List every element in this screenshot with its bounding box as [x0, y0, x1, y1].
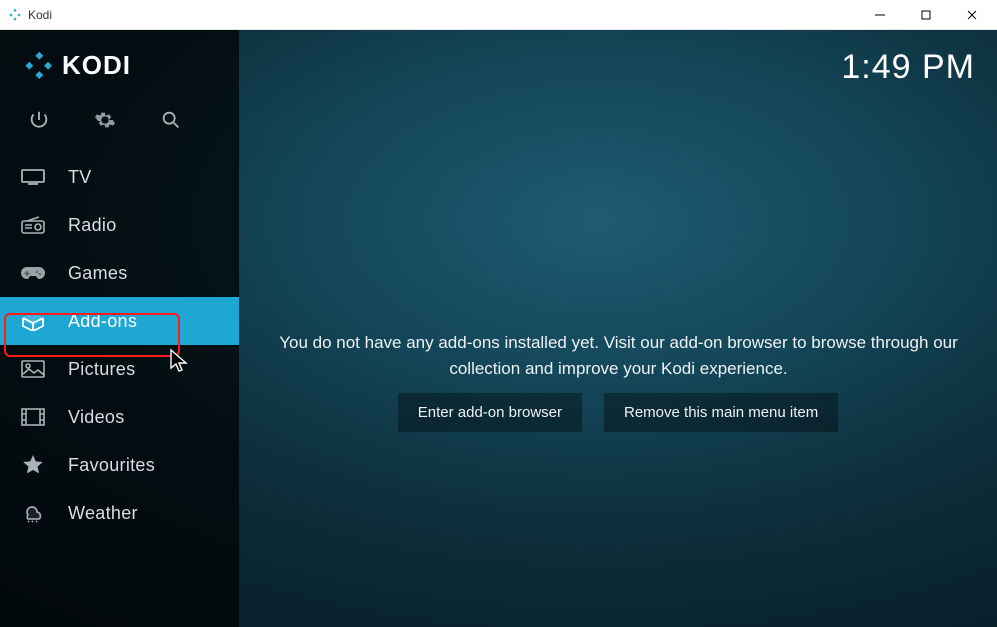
sidebar-item-label: Pictures — [68, 359, 135, 380]
close-button[interactable] — [949, 0, 995, 30]
weather-icon — [20, 503, 46, 523]
search-icon[interactable] — [160, 109, 182, 131]
sidebar-toolbar — [0, 91, 239, 153]
sidebar-item-label: Add-ons — [68, 311, 137, 332]
app-icon — [8, 8, 22, 22]
sidebar-item-addons[interactable]: Add-ons — [0, 297, 239, 345]
titlebar-left: Kodi — [8, 8, 52, 22]
star-icon — [20, 455, 46, 475]
sidebar: KODI TV Radio Games Add-ons Pictures Videos Fa… — [0, 30, 239, 627]
radio-icon — [20, 215, 46, 235]
power-icon[interactable] — [28, 109, 50, 131]
gamepad-icon — [20, 263, 46, 283]
sidebar-item-radio[interactable]: Radio — [0, 201, 239, 249]
window-controls — [857, 0, 995, 30]
image-icon — [20, 359, 46, 379]
sidebar-item-pictures[interactable]: Pictures — [0, 345, 239, 393]
sidebar-item-weather[interactable]: Weather — [0, 489, 239, 537]
sidebar-item-tv[interactable]: TV — [0, 153, 239, 201]
minimize-button[interactable] — [857, 0, 903, 30]
app-root: 1:49 PM KODI TV Radio Games Add-ons Pictures… — [0, 30, 997, 627]
film-icon — [20, 407, 46, 427]
kodi-logo-icon — [24, 51, 54, 81]
empty-addons-message: You do not have any add-ons installed ye… — [264, 330, 973, 382]
box-icon — [20, 311, 46, 331]
sidebar-item-label: Favourites — [68, 455, 155, 476]
sidebar-menu: TV Radio Games Add-ons Pictures Videos Favouri… — [0, 153, 239, 537]
tv-icon — [20, 167, 46, 187]
sidebar-item-games[interactable]: Games — [0, 249, 239, 297]
enter-addon-browser-button[interactable]: Enter add-on browser — [398, 393, 582, 432]
maximize-button[interactable] — [903, 0, 949, 30]
window-titlebar: Kodi — [0, 0, 997, 30]
content-actions: Enter add-on browser Remove this main me… — [239, 393, 997, 432]
sidebar-item-label: Radio — [68, 215, 117, 236]
gear-icon[interactable] — [94, 109, 116, 131]
remove-menu-item-button[interactable]: Remove this main menu item — [604, 393, 838, 432]
sidebar-item-label: Games — [68, 263, 128, 284]
sidebar-item-label: Videos — [68, 407, 125, 428]
sidebar-item-label: TV — [68, 167, 92, 188]
sidebar-item-favourites[interactable]: Favourites — [0, 441, 239, 489]
window-title: Kodi — [28, 8, 52, 22]
sidebar-item-videos[interactable]: Videos — [0, 393, 239, 441]
sidebar-item-label: Weather — [68, 503, 138, 524]
logo[interactable]: KODI — [0, 40, 239, 91]
brand-text: KODI — [62, 50, 131, 81]
clock: 1:49 PM — [841, 48, 975, 87]
